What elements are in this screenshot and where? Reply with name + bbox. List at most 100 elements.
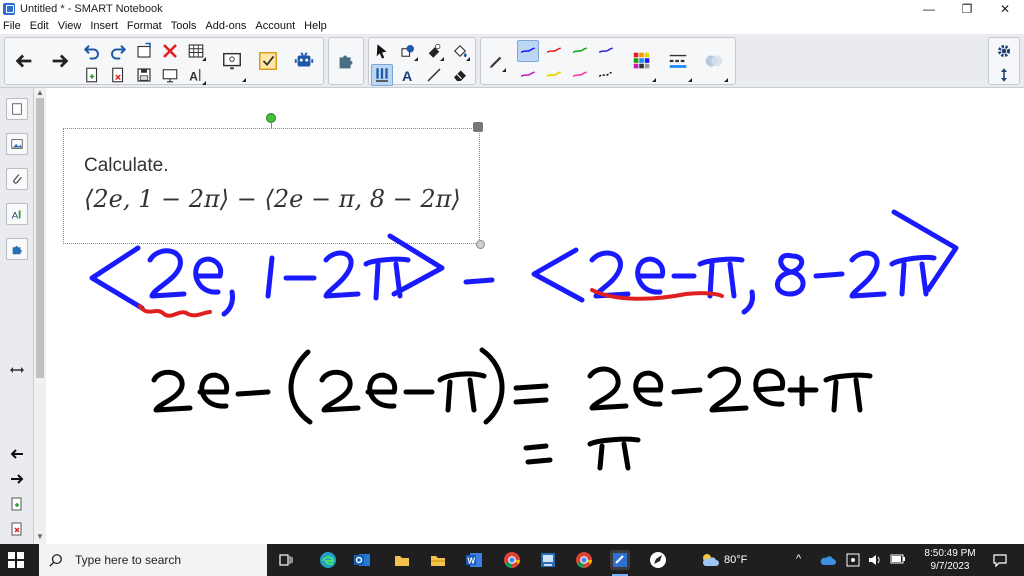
clock-date: 9/7/2023 (930, 561, 970, 572)
screen-capture-icon[interactable] (846, 553, 860, 567)
tray-overflow-icon[interactable]: ^ (796, 553, 801, 565)
pen-style-dashed[interactable] (595, 64, 617, 86)
taskbar-file-explorer-2[interactable] (428, 550, 448, 570)
side-delete-page-button[interactable] (8, 520, 26, 538)
open-file-button[interactable] (133, 40, 155, 62)
scrollbar-thumb[interactable] (36, 98, 44, 378)
side-next-page-button[interactable] (8, 470, 26, 488)
svg-text:A: A (402, 69, 412, 84)
system-clock[interactable]: 8:50:49 PM 9/7/2023 (915, 547, 985, 573)
eraser-shape-button[interactable] (423, 40, 445, 62)
pen-color-pink[interactable] (569, 64, 591, 86)
table-icon (188, 44, 204, 58)
taskbar-chrome-1[interactable] (502, 550, 522, 570)
move-toolbar-button[interactable] (993, 64, 1015, 86)
weather-temp[interactable]: 80°F (724, 554, 747, 566)
line-style-button[interactable] (663, 39, 693, 83)
pen-color-magenta[interactable] (517, 64, 539, 86)
response-button[interactable] (253, 39, 283, 83)
shapes-icon (401, 45, 414, 57)
redo-button[interactable] (107, 40, 129, 62)
smart-notebook-taskbar-icon (613, 553, 627, 567)
eraser-tool-button[interactable] (449, 64, 471, 86)
taskbar-edge[interactable] (318, 550, 338, 570)
undo-button[interactable] (81, 40, 103, 62)
page-sorter-tab[interactable] (6, 98, 28, 120)
menu-add-ons[interactable]: Add-ons (205, 20, 246, 32)
text-tool-button[interactable]: A (397, 64, 419, 86)
lab-button[interactable] (331, 39, 361, 83)
taskbar-file-explorer-1[interactable] (392, 550, 412, 570)
up-down-arrow-icon (1001, 68, 1007, 82)
gallery-image-icon (11, 139, 23, 149)
menu-file[interactable]: File (3, 20, 21, 32)
screen-shade-button[interactable] (159, 64, 181, 86)
taskbar-search-box[interactable]: Type here to search (39, 544, 267, 576)
taskbar-smart-notebook[interactable] (610, 550, 630, 576)
restore-button[interactable]: ❐ (948, 0, 986, 18)
text-tools-button[interactable]: A (185, 64, 207, 86)
onedrive-icon[interactable] (820, 554, 836, 566)
gallery-tab[interactable] (6, 133, 28, 155)
previous-page-button[interactable] (9, 39, 39, 83)
transparency-button[interactable] (699, 39, 729, 83)
line-tool-button[interactable] (423, 64, 445, 86)
pencil-icon (490, 56, 502, 68)
menu-format[interactable]: Format (127, 20, 162, 32)
addons-button[interactable] (289, 39, 319, 83)
notification-icon[interactable] (992, 552, 1008, 568)
menu-account[interactable]: Account (255, 20, 295, 32)
navy-stroke-icon (598, 47, 614, 54)
resize-panel-handle[interactable] (8, 361, 26, 379)
vertical-scrollbar[interactable]: ▲ ▼ (34, 88, 46, 544)
menu-insert[interactable]: Insert (90, 20, 118, 32)
save-button[interactable] (133, 64, 155, 86)
color-palette-button[interactable] (627, 39, 657, 83)
battery-icon[interactable] (890, 554, 906, 564)
scroll-down-icon[interactable]: ▼ (36, 532, 44, 541)
side-previous-page-button[interactable] (8, 445, 26, 463)
close-button[interactable]: ✕ (986, 0, 1024, 18)
task-view-button[interactable] (276, 550, 296, 570)
select-tool-button[interactable] (371, 40, 393, 62)
attachments-tab[interactable] (6, 168, 28, 190)
pens-tool-button[interactable] (371, 64, 393, 86)
pen-type-button[interactable] (485, 51, 507, 73)
taskbar-app-gallery[interactable] (538, 550, 558, 570)
taskbar-outlook[interactable] (352, 550, 372, 570)
delete-page-button[interactable] (107, 64, 129, 86)
addons-tab[interactable] (6, 238, 28, 260)
menu-edit[interactable]: Edit (30, 20, 49, 32)
pen-color-blue[interactable] (517, 40, 539, 62)
taskbar-chrome-2[interactable] (574, 550, 594, 570)
display-button[interactable] (217, 39, 247, 83)
magenta-stroke-icon (520, 71, 536, 78)
fill-tool-button[interactable] (449, 40, 471, 62)
volume-icon[interactable] (868, 553, 882, 567)
shapes-tool-button[interactable] (397, 40, 419, 62)
minimize-button[interactable]: — (910, 0, 948, 18)
next-page-button[interactable] (45, 39, 75, 83)
properties-tab[interactable]: A (6, 203, 28, 225)
menu-tools[interactable]: Tools (171, 20, 197, 32)
menu-view[interactable]: View (58, 20, 82, 32)
new-page-button[interactable] (81, 64, 103, 86)
svg-text:A: A (12, 210, 19, 221)
properties-button[interactable] (993, 40, 1015, 62)
taskbar-pen-app[interactable] (648, 550, 668, 570)
pen-color-green[interactable] (569, 40, 591, 62)
weather-cloud-icon[interactable] (700, 552, 720, 568)
pen-color-red[interactable] (543, 40, 565, 62)
menu-help[interactable]: Help (304, 20, 327, 32)
side-add-page-button[interactable] (8, 495, 26, 513)
color-grid-icon (633, 52, 650, 69)
pen-color-yellow[interactable] (543, 64, 565, 86)
task-view-icon (279, 554, 293, 566)
pen-color-navy[interactable] (595, 40, 617, 62)
scroll-up-icon[interactable]: ▲ (36, 88, 44, 97)
whiteboard-canvas[interactable]: Calculate. ⟨2e, 1 − 2π⟩ − ⟨2e − π, 8 − 2… (46, 88, 1024, 544)
delete-button[interactable] (159, 40, 181, 62)
windows-start-icon[interactable] (8, 552, 24, 568)
insert-table-button[interactable] (185, 40, 207, 62)
taskbar-word[interactable]: W (464, 550, 484, 570)
